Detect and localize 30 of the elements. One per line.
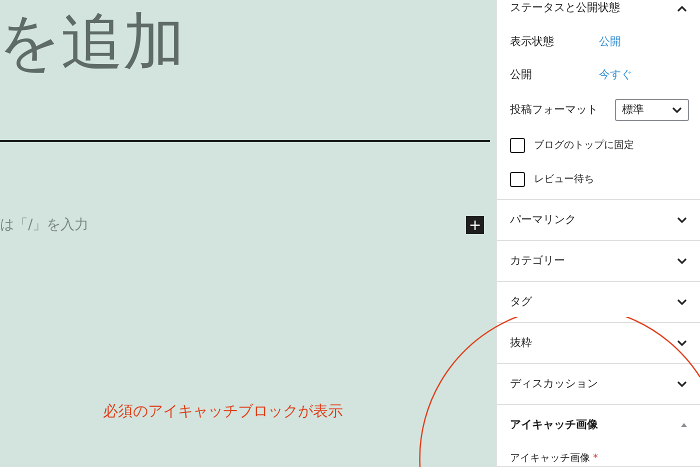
format-select[interactable]: 標準: [615, 99, 689, 121]
panel-header[interactable]: ステータスと公開状態: [510, 1, 687, 15]
post-title[interactable]: を追加: [0, 2, 185, 82]
chevron-down-icon: [672, 106, 682, 114]
triangle-up-icon: [681, 423, 687, 427]
checkbox[interactable]: [510, 172, 525, 186]
panel-header[interactable]: パーマリンク: [510, 200, 687, 240]
field-label: アイキャッチ画像: [510, 452, 590, 466]
setting-label: 公開: [510, 67, 533, 84]
panel-header[interactable]: アイキャッチ画像: [510, 405, 687, 445]
panel-header[interactable]: 抜粋: [510, 323, 687, 363]
setting-link[interactable]: 今すぐ: [599, 67, 632, 84]
chevron-down-icon: [677, 258, 687, 264]
chevron-down-icon: [677, 340, 687, 346]
panel-header[interactable]: ディスカッション: [510, 364, 687, 404]
chevron-down-icon: [677, 380, 687, 388]
setting-label: 投稿フォーマット: [510, 102, 598, 118]
checkbox[interactable]: [510, 138, 525, 152]
chevron-up-icon: [677, 4, 687, 12]
panel-header[interactable]: カテゴリー: [510, 241, 687, 281]
setting-link[interactable]: 公開: [599, 34, 621, 51]
checkbox-label: レビュー待ち: [534, 172, 594, 186]
setting-label: 表示状態: [510, 34, 555, 50]
chevron-down-icon: [677, 298, 687, 306]
required-mark: *: [593, 452, 598, 466]
checkbox-label: ブログのトップに固定: [534, 138, 634, 152]
add-block-button[interactable]: +: [466, 216, 484, 234]
annotation-text: 必須のアイキャッチブロックが表示: [103, 401, 343, 422]
chevron-down-icon: [677, 216, 687, 224]
panel-header[interactable]: タグ: [510, 282, 687, 322]
